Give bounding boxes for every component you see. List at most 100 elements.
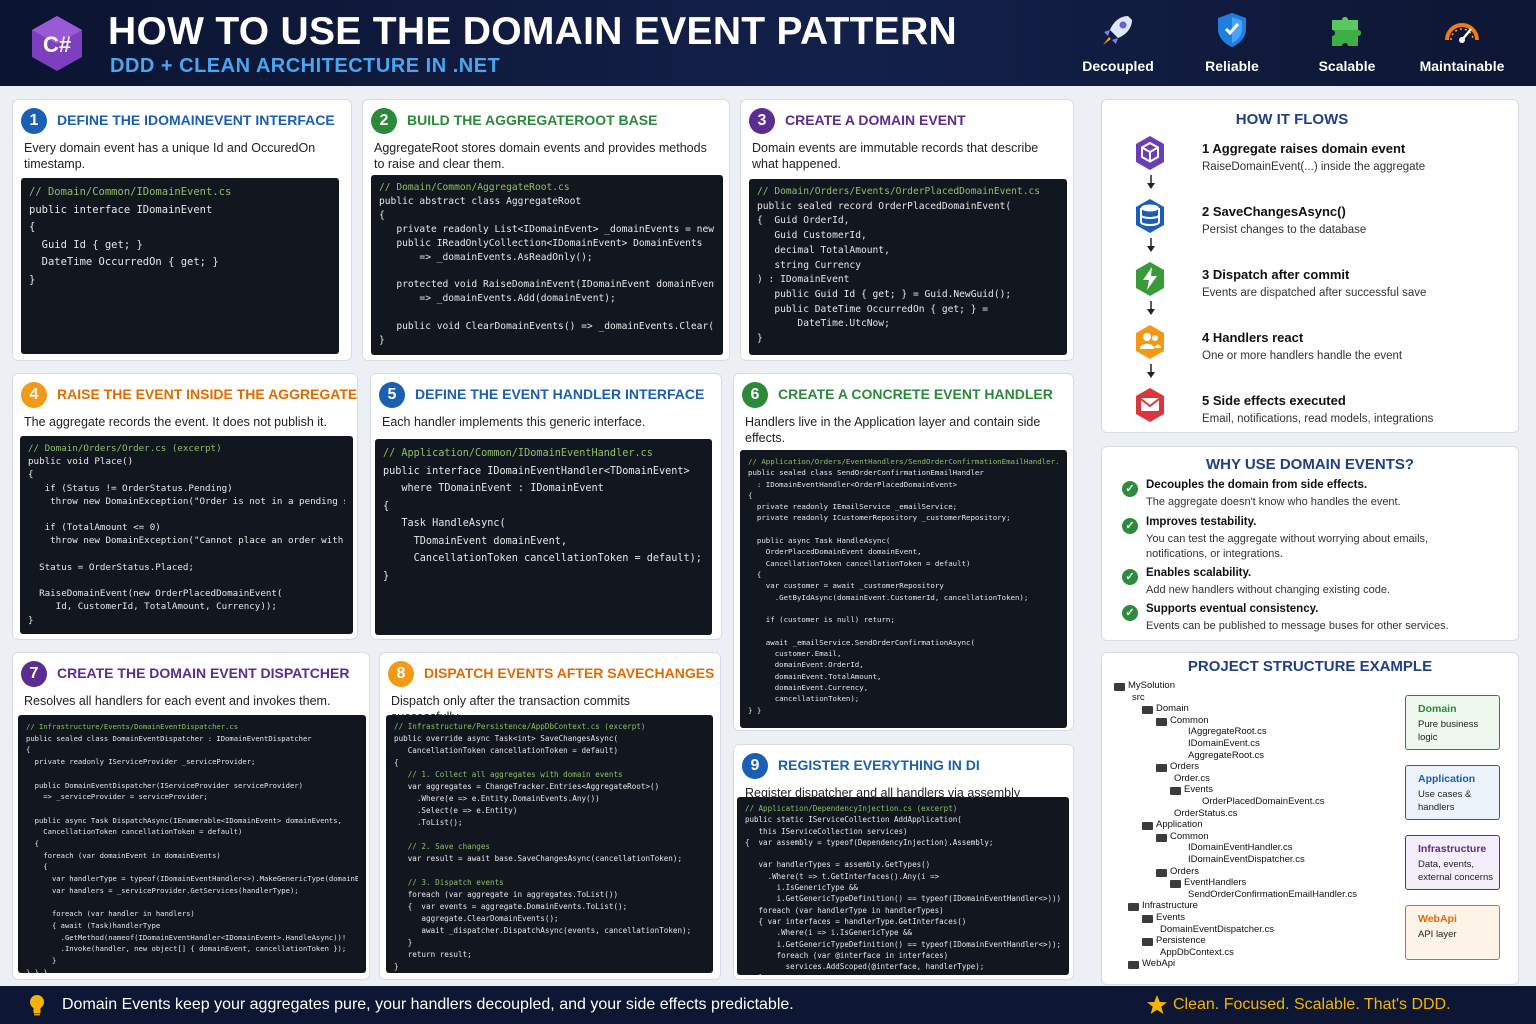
code-line: : IDomainEventHandler<OrderPlacedDomainE… — [748, 479, 958, 489]
puzzle-icon — [1332, 17, 1361, 46]
layer-name: Application — [1418, 773, 1476, 785]
tree-file: SendOrderConfirmationEmailHandler.cs — [1188, 888, 1357, 900]
flow-step-title: 1 Aggregate raises domain event — [1202, 141, 1406, 156]
code-line: public void ClearDomainEvents() => _doma… — [379, 321, 715, 333]
tree-folder: Events — [1156, 912, 1186, 923]
code-block: // Infrastructure/Events/DomainEventDisp… — [18, 715, 366, 973]
arrow-down-icon — [1147, 175, 1155, 189]
code-block: // Application/Common/IDomainEventHandle… — [375, 439, 712, 635]
code-line: } } } — [26, 967, 48, 973]
footer-tagline: Clean. Focused. Scalable. That's DDD. — [1173, 996, 1451, 1013]
code-block: // Application/DependencyInjection.cs (e… — [737, 797, 1069, 975]
flow-step-title: 2 SaveChangesAsync() — [1202, 204, 1346, 219]
code-line: { await (Task)handlerType — [26, 920, 161, 930]
code-line: { — [383, 500, 390, 512]
users-icon — [1136, 325, 1164, 359]
layer-desc: API layer — [1418, 929, 1457, 940]
step-number-badge: 5 — [379, 382, 405, 408]
code-line: public override async Task<int> SaveChan… — [394, 734, 619, 743]
code-line: public DateTime OccurredOn { get; } = — [757, 303, 989, 315]
code-line: await _emailService.SendOrderConfirmatio… — [748, 637, 975, 647]
flow-step-desc: RaiseDomainEvent(...) inside the aggrega… — [1202, 161, 1426, 173]
code-line: .ToList(); — [394, 818, 463, 827]
code-line: // Application/Common/IDomainEventHandle… — [383, 448, 653, 459]
code-line: { — [26, 862, 48, 872]
folder-icon — [1156, 717, 1167, 726]
flow-step: 5 Side effects executed Email, notificati… — [1202, 393, 1512, 425]
code-line: .Select(e => e.Entity) — [394, 806, 518, 815]
why-panel: WHY USE DOMAIN EVENTS? ✓ Decouples the do… — [1101, 446, 1519, 641]
tree-file: IDomainEventHandler.cs — [1188, 842, 1293, 854]
code-line: { — [29, 221, 36, 233]
code-line: => _domainEvents.AsReadOnly(); — [379, 251, 593, 263]
step-card-8: 8 DISPATCH EVENTS AFTER SAVECHANGES Dispat… — [379, 652, 721, 980]
tree-file: OrderStatus.cs — [1174, 807, 1238, 819]
code-line: foreach (var handler in handlers) — [26, 909, 195, 919]
star-icon — [1147, 995, 1167, 1014]
code-line: => _serviceProvider = serviceProvider; — [26, 792, 208, 802]
code-block: // Domain/Common/AggregateRoot.cs public … — [371, 175, 723, 355]
code-line: protected void RaiseDomainEvent(IDomainE… — [379, 279, 715, 291]
badge-label: Maintainable — [1419, 58, 1505, 74]
step-number-badge: 9 — [742, 753, 768, 779]
why-item-desc: You can test the aggregate without worry… — [1146, 533, 1429, 560]
tree-folder: EventHandlers — [1184, 877, 1247, 889]
tree-file: DomainEventDispatcher.cs — [1160, 923, 1275, 935]
flow-step-title: 5 Side effects executed — [1202, 393, 1346, 408]
step-card-4: 4 RAISE THE EVENT INSIDE THE AGGREGATE RO… — [12, 373, 358, 640]
tree-file: IDomainEventDispatcher.cs — [1188, 854, 1305, 865]
code-line: services.AddScoped(@interface, handlerTy… — [745, 962, 985, 972]
code-line: public sealed class SendOrderConfirmatio… — [748, 468, 984, 478]
code-line: this IServiceCollection services) — [745, 826, 908, 836]
code-line: } — [379, 334, 385, 346]
code-line: await _dispatcher.DispatchAsync(events, … — [394, 926, 692, 935]
code-line: RaiseDomainEvent(new OrderPlacedDomainEv… — [28, 588, 283, 600]
code-line: foreach (var @interface in interfaces) — [745, 950, 949, 960]
code-line: foreach (var handlerType in handlerTypes… — [745, 905, 944, 915]
tree-folder: Events — [1184, 784, 1214, 796]
step-card-9: 9 REGISTER EVERYTHING IN DI Register dispa… — [733, 744, 1074, 980]
rocket-icon — [1103, 16, 1132, 45]
layer-desc: Data, events, external concerns — [1418, 859, 1493, 883]
tree-folder: Orders — [1170, 761, 1200, 773]
code-line: foreach (var domainEvent in domainEvents… — [26, 850, 221, 860]
csharp-logo-icon: C# — [32, 16, 82, 71]
code-line: DateTime.UtcNow; — [757, 318, 890, 330]
code-line: customer.Email, — [748, 649, 842, 659]
why-item-title: Supports eventual consistency. — [1146, 603, 1319, 615]
why-title: WHY USE DOMAIN EVENTS? — [1205, 456, 1415, 473]
code-line: } — [29, 273, 36, 286]
code-line: public IReadOnlyCollection<IDomainEvent>… — [379, 237, 703, 249]
code-line: throw new DomainException("Cannot place … — [50, 535, 344, 547]
code-line: } — [745, 972, 1061, 975]
step-card-7: 7 CREATE THE DOMAIN EVENT DISPATCHER Resol… — [12, 652, 370, 980]
step-description: Domain events are immutable records that… — [752, 141, 1039, 171]
code-line: i.GetGenericTypeDefinition() == typeof(I… — [745, 894, 1061, 904]
code-line: TDomainEvent domainEvent, — [383, 535, 568, 547]
code-line: if (Status != OrderStatus.Pending) — [28, 482, 233, 494]
header: C# HOW TO USE THE DOMAIN EVENT PATTERN D… — [0, 0, 1536, 86]
code-line: DateTime OccurredOn { get; } — [29, 256, 219, 268]
tree-file: AggregateRoot.cs — [1188, 749, 1265, 761]
tree-file: OrderPlacedDomainEvent.cs — [1202, 796, 1325, 807]
tree-folder: Orders — [1170, 865, 1200, 877]
step-card-6: 6 CREATE A CONCRETE EVENT HANDLER Handlers… — [733, 373, 1074, 731]
check-icon: ✓ — [1122, 481, 1138, 497]
step-card-2: 2 BUILD THE AGGREGATEROOT BASE AggregateRo… — [362, 99, 730, 361]
tree-folder: Common — [1170, 714, 1209, 726]
arrow-down-icon — [1147, 301, 1155, 315]
code-line: // 2. Save changes — [394, 842, 491, 851]
flow-step: 2 SaveChangesAsync() Persist changes to t… — [1202, 204, 1512, 236]
tree-folder: Persistence — [1156, 935, 1206, 947]
code-line: aggregate.ClearDomainEvents(); — [394, 914, 559, 923]
layer-desc: Pure business logic — [1418, 719, 1479, 743]
code-line: // Infrastructure/Events/DomainEventDisp… — [26, 722, 239, 731]
